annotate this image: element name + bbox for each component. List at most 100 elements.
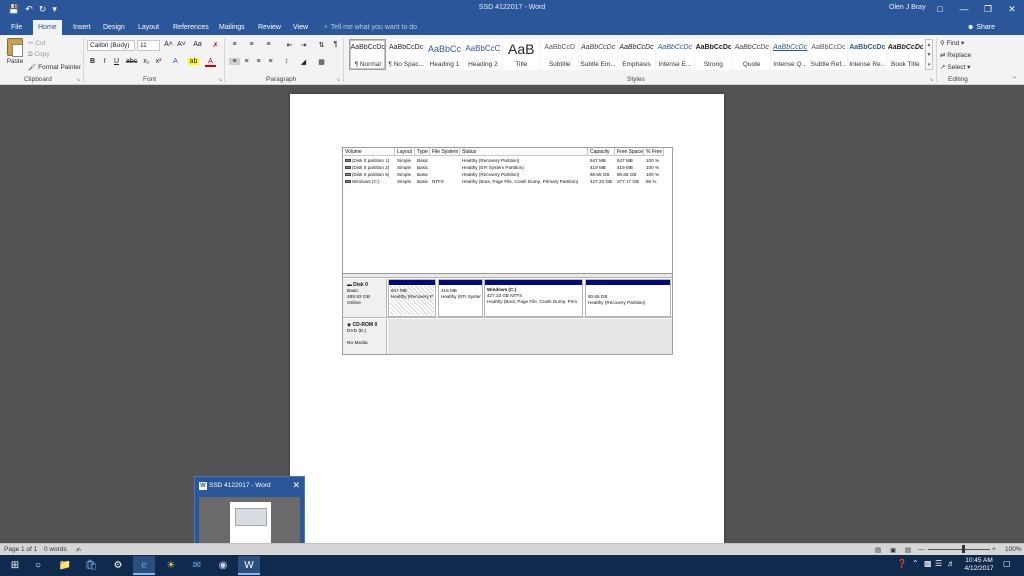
volume-name-cell[interactable]: (Disk 0 partition 5) xyxy=(343,171,395,178)
font-launcher-icon[interactable]: ↘ xyxy=(218,77,222,83)
highlight-icon[interactable]: ab xyxy=(188,58,199,65)
style-item[interactable]: AaBbCcC Heading 2 xyxy=(464,39,502,70)
cut-button[interactable]: ✂ Cut xyxy=(28,39,45,47)
file-explorer-icon[interactable]: 📁 xyxy=(54,556,76,575)
volume-name-cell[interactable]: (Disk 0 partition 1) xyxy=(343,157,395,164)
zoom-in-icon[interactable]: + xyxy=(992,546,996,553)
collapse-ribbon-icon[interactable]: ⌃ xyxy=(1012,76,1017,83)
read-mode-icon[interactable]: ▤ xyxy=(875,546,881,554)
font-color-icon[interactable]: A xyxy=(205,58,216,67)
minimize-button[interactable]: — xyxy=(952,0,976,18)
font-family-select[interactable]: Calibri (Body) xyxy=(87,40,135,51)
styles-launcher-icon[interactable]: ↘ xyxy=(929,77,933,83)
style-item[interactable]: AaBbCcDc Strong xyxy=(694,39,732,70)
proofing-icon[interactable]: ✍ xyxy=(76,546,81,554)
paste-button[interactable]: Paste xyxy=(4,38,26,65)
taskbar-thumbnail[interactable]: W SSD 4122017 - Word ✕ xyxy=(194,476,305,553)
volume-name-cell[interactable]: Windows (C:) xyxy=(343,178,395,185)
show-formatting-icon[interactable]: ¶ xyxy=(330,41,341,48)
justify-icon[interactable]: ≡ xyxy=(265,58,276,65)
align-center-icon[interactable]: ≡ xyxy=(241,58,252,65)
decrease-indent-icon[interactable]: ⇤ xyxy=(284,41,295,49)
style-item[interactable]: AaBbCcDc ¶ No Spac... xyxy=(387,39,425,70)
tab-view[interactable]: View xyxy=(288,20,313,35)
style-item[interactable]: AaBbCcD Subtitle xyxy=(541,39,579,70)
tab-review[interactable]: Review xyxy=(253,20,286,35)
sort-icon[interactable]: ⇅ xyxy=(316,41,327,49)
style-item[interactable]: AaBbCc Heading 1 xyxy=(425,39,464,70)
increase-indent-icon[interactable]: ⇥ xyxy=(298,41,309,49)
weather-sun-icon[interactable]: ☀ xyxy=(160,556,182,575)
subscript-button[interactable]: x₂ xyxy=(141,58,152,65)
ribbon-display-options-icon[interactable]: □ xyxy=(928,0,952,18)
tab-home[interactable]: Home xyxy=(33,20,62,35)
media-app-icon[interactable]: ◉ xyxy=(212,556,234,575)
bold-button[interactable]: B xyxy=(87,58,98,65)
word-taskbar-icon[interactable]: W xyxy=(238,556,260,575)
volume-icon[interactable]: ♬ xyxy=(947,559,955,568)
select-button[interactable]: ↗ Select ▾ xyxy=(940,63,970,71)
store-icon[interactable]: 🛍 xyxy=(80,556,102,575)
bullets-icon[interactable]: ≡ xyxy=(229,41,240,48)
style-item[interactable]: AaBbCcDc Intense Q... xyxy=(771,39,809,70)
borders-icon[interactable]: ▦ xyxy=(316,58,327,66)
numbering-icon[interactable]: ≡ xyxy=(246,41,257,48)
zoom-level[interactable]: 100% xyxy=(1005,546,1022,553)
system-clock[interactable]: 10:45 AM 4/12/2017 xyxy=(962,557,996,573)
shrink-font-button[interactable]: A˅ xyxy=(176,41,187,48)
find-button[interactable]: ⚲ Find ▾ xyxy=(940,39,964,47)
align-right-icon[interactable]: ≡ xyxy=(253,58,264,65)
close-button[interactable]: ✕ xyxy=(1000,0,1024,18)
change-case-button[interactable]: Aa xyxy=(192,41,203,48)
clear-formatting-icon[interactable]: ✗ xyxy=(210,41,221,49)
tab-layout[interactable]: Layout xyxy=(133,20,164,35)
tab-references[interactable]: References xyxy=(168,20,214,35)
battery-icon[interactable]: ▩ xyxy=(924,559,932,568)
tab-mailings[interactable]: Mailings xyxy=(214,20,250,35)
text-effects-icon[interactable]: A xyxy=(170,58,181,65)
format-painter-button[interactable]: 🖌 Format Painter xyxy=(28,63,81,71)
multilevel-list-icon[interactable]: ≡ xyxy=(263,41,274,48)
edge-icon[interactable]: e xyxy=(133,556,155,575)
font-size-select[interactable]: 11 xyxy=(137,40,160,51)
grow-font-button[interactable]: A˄ xyxy=(163,41,174,48)
italic-button[interactable]: I xyxy=(99,58,110,65)
replace-button[interactable]: ⇄ Replace xyxy=(940,51,971,59)
zoom-slider[interactable] xyxy=(928,549,990,550)
outlook-icon[interactable]: ✉ xyxy=(186,556,208,575)
user-name[interactable]: Olen J Bray xyxy=(889,4,926,11)
style-item[interactable]: AaB Title xyxy=(502,39,540,70)
paragraph-launcher-icon[interactable]: ↘ xyxy=(336,77,340,83)
thumbnail-preview[interactable] xyxy=(199,497,300,549)
tab-file[interactable]: File xyxy=(6,20,27,35)
word-count[interactable]: 0 words xyxy=(44,546,67,553)
style-item[interactable]: AaBbCcDc Subtle Em... xyxy=(579,39,617,70)
volume-name-cell[interactable]: (Disk 0 partition 2) xyxy=(343,164,395,171)
superscript-button[interactable]: x² xyxy=(153,58,164,65)
underline-button[interactable]: U xyxy=(111,58,122,65)
share-button[interactable]: ☻ Share xyxy=(967,20,995,35)
clipboard-launcher-icon[interactable]: ↘ xyxy=(76,77,80,83)
style-item[interactable]: AaBbCcDc Intense E... xyxy=(656,39,694,70)
shading-icon[interactable]: ◢ xyxy=(298,58,309,66)
strikethrough-button[interactable]: abc xyxy=(126,58,137,65)
style-item[interactable]: AaBbCcDc Intense Re... xyxy=(848,39,886,70)
settings-gear-icon[interactable]: ⚙ xyxy=(107,556,129,575)
zoom-out-icon[interactable]: — xyxy=(918,546,925,553)
tab-design[interactable]: Design xyxy=(98,20,130,35)
align-left-icon[interactable]: ≡ xyxy=(229,58,240,65)
tray-chevron-icon[interactable]: ⌃ xyxy=(912,559,919,568)
notifications-icon[interactable]: ▢ xyxy=(1003,559,1011,568)
tell-me-search[interactable]: ⚬ Tell me what you want to do xyxy=(323,20,417,35)
web-layout-icon[interactable]: ▤ xyxy=(905,546,911,554)
close-icon[interactable]: ✕ xyxy=(292,480,300,491)
style-item[interactable]: AaBbCcDc Emphasis xyxy=(617,39,656,70)
style-item[interactable]: AaBbCcDc Subtle Ref... xyxy=(809,39,848,70)
line-spacing-icon[interactable]: ↕ xyxy=(281,58,292,65)
style-item[interactable]: AaBbCcDc Quote xyxy=(733,39,771,70)
maximize-button[interactable]: ❐ xyxy=(976,0,1000,18)
zoom-slider-thumb[interactable] xyxy=(962,545,965,553)
style-item[interactable]: AaBbCcDc Book Title xyxy=(886,39,924,70)
help-icon[interactable]: ❓ xyxy=(897,559,907,568)
style-item[interactable]: AaBbCcDc ¶ Normal xyxy=(349,39,387,70)
